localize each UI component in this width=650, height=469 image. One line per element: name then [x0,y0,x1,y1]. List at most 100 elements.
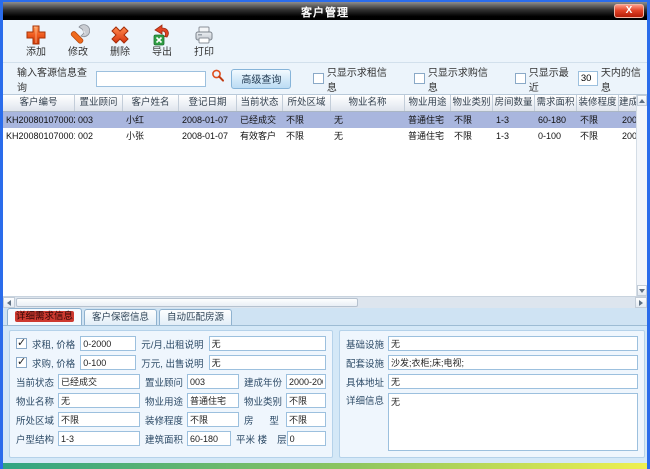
col-header-customer-name[interactable]: 客户姓名 [123,95,179,111]
recent-days-input[interactable] [578,71,598,86]
buy-label: 求购, 价格 [32,356,75,370]
search-filter-bar: 输入客源信息查询 高级查询 只显示求租信息 只显示求购信息 只显示最近 天内的信… [3,62,647,94]
filter-recent-group: 只显示最近 天内的信息 [515,64,647,94]
scroll-down-arrow-icon[interactable] [637,285,647,296]
col-header-region[interactable]: 所处区域 [283,95,331,111]
customer-management-window: 客户管理 X 添加 修改 [0,0,650,469]
address-label: 具体地址 [346,375,388,389]
cell-required-area: 0-100 [535,128,577,144]
status-label: 当前状态 [16,375,58,389]
filter-recent-checkbox[interactable] [515,73,525,84]
cell-required-area: 60-180 [535,112,577,128]
tab-customer-secret-label: 客户保密信息 [92,312,149,323]
built-year-input[interactable] [286,374,326,389]
col-header-consultant[interactable]: 置业顾问 [75,95,123,111]
modify-button[interactable]: 修改 [57,23,99,59]
property-name-label: 物业名称 [16,394,58,408]
table-row[interactable]: KH200801070001 002 小张 2008-01-07 有效客户 不限… [3,128,636,144]
col-header-built-year[interactable]: 建成 [619,95,636,111]
cell-customer-id: KH200801070002 [3,112,75,128]
modify-button-label: 修改 [57,47,99,59]
detail-info-label: 详细信息 [346,393,388,407]
region-input[interactable] [58,412,140,427]
detail-info-textarea[interactable]: 无 [388,393,638,451]
close-button[interactable]: X [614,4,644,18]
printer-icon [183,23,225,47]
consultant-label: 置业顾问 [145,375,187,389]
wrench-icon [57,23,99,47]
cell-property-name: 无 [331,128,405,144]
window-title: 客户管理 [3,4,647,20]
cell-customer-name: 小张 [123,128,179,144]
buy-price-input[interactable] [80,355,136,370]
scroll-right-arrow-icon[interactable] [635,297,647,308]
print-button[interactable]: 打印 [183,23,225,59]
size-unit-label: 平米 楼 [236,432,267,446]
cell-register-date: 2008-01-07 [179,128,237,144]
property-type-input[interactable] [286,393,326,408]
buy-row: 求购, 价格 万元, 出售说明 [16,355,326,370]
address-row: 具体地址 [346,374,638,389]
property-use-label: 物业用途 [145,394,187,408]
cell-register-date: 2008-01-07 [179,112,237,128]
search-input[interactable] [96,71,206,87]
furnish-input[interactable] [388,355,638,370]
scroll-left-arrow-icon[interactable] [3,297,15,308]
filter-buy-group: 只显示求购信息 [414,64,493,94]
rent-note-input[interactable] [209,336,326,351]
add-button[interactable]: 添加 [15,23,57,59]
delete-button[interactable]: 删除 [99,23,141,59]
horizontal-scrollbar[interactable] [3,296,647,308]
base-facility-input[interactable] [388,336,638,351]
property-name-row: 物业名称 物业用途 物业类别 [16,393,326,408]
tab-detail-demand[interactable]: 详细需求信息 [7,308,82,325]
floor-input[interactable] [287,431,326,446]
buy-checkbox[interactable] [16,357,27,368]
horizontal-scroll-thumb[interactable] [16,298,358,307]
cell-status: 已经成交 [237,112,283,128]
structure-row: 户型结构 建筑面积 平米 楼 层 [16,431,326,446]
room-type-input[interactable] [286,412,326,427]
col-header-status[interactable]: 当前状态 [237,95,283,111]
tab-auto-match-label: 自动匹配房源 [167,312,224,323]
col-header-decoration[interactable]: 装修程度 [577,95,619,111]
rent-checkbox[interactable] [16,338,27,349]
filter-buy-checkbox[interactable] [414,73,424,84]
structure-input[interactable] [58,431,140,446]
col-header-property-name[interactable]: 物业名称 [331,95,405,111]
cell-property-name: 无 [331,112,405,128]
consultant-input[interactable] [187,374,239,389]
status-input[interactable] [58,374,140,389]
filter-rent-checkbox[interactable] [313,73,323,84]
tab-detail-demand-label: 详细需求信息 [15,311,74,322]
title-bar: 客户管理 X [3,2,647,20]
table-row[interactable]: KH200801070002 003 小红 2008-01-07 已经成交 不限… [3,112,636,128]
vertical-scrollbar[interactable] [636,95,647,296]
address-input[interactable] [388,374,638,389]
advanced-search-button[interactable]: 高级查询 [231,69,291,89]
property-name-input[interactable] [58,393,140,408]
cell-decoration: 不限 [577,128,619,144]
col-header-register-date[interactable]: 登记日期 [179,95,237,111]
filter-rent-group: 只显示求租信息 [313,64,392,94]
scroll-up-arrow-icon[interactable] [637,95,647,106]
cell-property-use: 普通住宅 [405,112,451,128]
col-header-room-count[interactable]: 房间数量 [493,95,535,111]
col-header-required-area[interactable]: 需求面积 [535,95,577,111]
filter-recent-suffix: 天内的信息 [601,64,647,94]
region-label: 所处区域 [16,413,58,427]
rent-price-input[interactable] [80,336,136,351]
col-header-property-type[interactable]: 物业类别 [451,95,493,111]
property-type-label: 物业类别 [244,394,286,408]
col-header-property-use[interactable]: 物业用途 [405,95,451,111]
size-input[interactable] [187,431,231,446]
tab-customer-secret[interactable]: 客户保密信息 [84,309,157,325]
property-use-input[interactable] [187,393,239,408]
search-magnifier-icon[interactable] [211,69,225,88]
col-header-customer-id[interactable]: 客户编号 [3,95,75,111]
export-button[interactable]: 导出 [141,23,183,59]
tab-auto-match[interactable]: 自动匹配房源 [159,309,232,325]
decoration-input[interactable] [187,412,239,427]
cell-region: 不限 [283,128,331,144]
buy-note-input[interactable] [209,355,326,370]
